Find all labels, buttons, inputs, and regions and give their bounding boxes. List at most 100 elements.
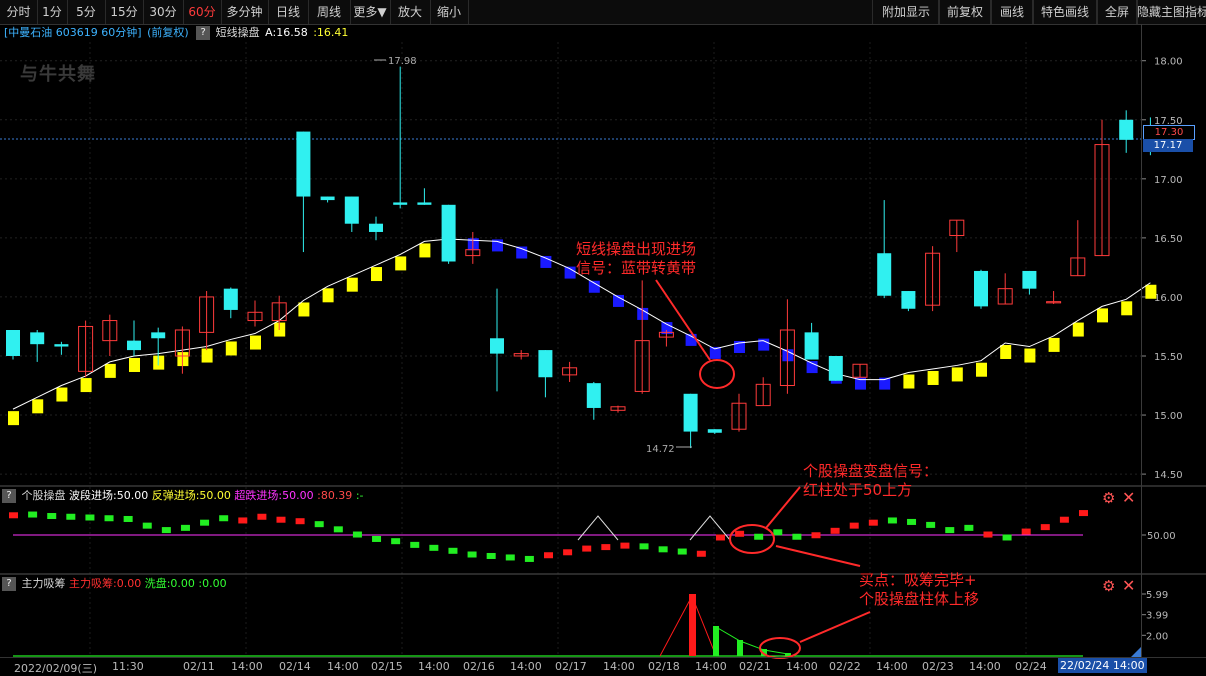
corner-marker: [1131, 647, 1141, 657]
band-block: [201, 348, 213, 363]
time-label: 02/15: [371, 660, 403, 673]
price-tag-upper: 17.30: [1143, 125, 1195, 140]
time-label: 14:00: [510, 660, 542, 673]
candle-body: [30, 332, 45, 345]
candle-body: [127, 340, 141, 351]
band-block: [298, 302, 310, 317]
osc-bar: [524, 555, 534, 562]
triangle-marker: [577, 515, 619, 541]
wash-bar: [737, 640, 743, 656]
osc-bar: [161, 527, 171, 534]
candle-body: [54, 344, 69, 347]
time-label: 02/16: [463, 660, 495, 673]
gear-icon[interactable]: ⚙: [1102, 577, 1115, 595]
time-label: 14:00: [327, 660, 359, 673]
legend-oversold-entry: 超跌进场:50.00: [234, 489, 314, 502]
osc-bar: [257, 513, 267, 520]
panel-absorb-title: ? 主力吸筹 主力吸筹:0.00 洗盘:0.00 :0.00: [0, 576, 227, 592]
close-icon[interactable]: ✕: [1122, 488, 1135, 507]
osc-bar: [830, 527, 840, 534]
osc-bar: [926, 521, 936, 528]
gear-icon[interactable]: ⚙: [1102, 489, 1115, 507]
time-label: 11:30: [112, 660, 144, 673]
time-label: 14:00: [603, 660, 635, 673]
band-block: [419, 243, 431, 258]
time-label: 02/18: [648, 660, 680, 673]
annotation-line: 个股操盘变盘信号：: [803, 462, 939, 480]
annotation-turn-signal: 个股操盘变盘信号： 红柱处于50上方: [803, 462, 938, 500]
osc-bar: [1040, 524, 1050, 531]
band-block: [225, 341, 237, 356]
osc-bar: [582, 545, 592, 552]
legend-absorb: 主力吸筹:0.00: [69, 577, 142, 590]
osc-bar: [333, 526, 343, 533]
time-label: 14:00: [418, 660, 450, 673]
osc-bar: [372, 535, 382, 542]
candle-body: [877, 253, 892, 296]
annotation-buy-point: 买点：吸筹完毕+ 个股操盘柱体上移: [859, 571, 979, 609]
candle-body: [320, 196, 335, 201]
osc-bar: [142, 522, 152, 529]
band-block: [927, 370, 939, 385]
osc-bar: [352, 531, 362, 538]
osc-bar: [314, 521, 324, 528]
osc-bar: [868, 519, 878, 526]
time-label: 14:00: [231, 660, 263, 673]
panel-name[interactable]: 主力吸筹: [22, 577, 66, 590]
osc-bar: [9, 512, 18, 519]
annotation-line-pointer: [655, 279, 711, 361]
osc-bar: [238, 517, 248, 524]
osc-bar: [773, 529, 783, 536]
absorb-trend: [659, 594, 717, 657]
annotation-line-pointer: [765, 486, 801, 529]
osc-bar: [715, 534, 725, 541]
osc-bar: [945, 527, 955, 534]
osc-bar: [47, 513, 57, 520]
candle-body: [974, 270, 988, 307]
price-tag-lower: 17.17: [1143, 139, 1193, 152]
kline-chart[interactable]: 18.0017.5017.0016.5016.0015.5015.0014.50…: [0, 0, 1206, 675]
osc-bar: [639, 543, 649, 550]
panel-name[interactable]: 个股操盘: [22, 489, 66, 502]
candle-body: [1119, 119, 1134, 140]
osc-bar: [104, 515, 114, 522]
osc-bar: [754, 533, 764, 540]
osc-bar: [658, 546, 668, 553]
band-block: [129, 357, 140, 372]
candle-body: [586, 383, 601, 408]
osc-bar: [219, 515, 229, 522]
osc-bar: [735, 530, 745, 537]
annotation-line-pointer: [799, 611, 871, 643]
annotation-ellipse: [759, 637, 801, 659]
help-icon[interactable]: ?: [2, 489, 16, 503]
band-block: [1121, 301, 1133, 316]
band-block: [322, 288, 334, 303]
close-icon[interactable]: ✕: [1122, 576, 1135, 595]
candle-body: [901, 291, 916, 309]
osc-bar: [486, 552, 496, 559]
osc-bar: [677, 548, 687, 555]
band-block: [250, 335, 261, 350]
help-icon[interactable]: ?: [2, 577, 16, 591]
band-block: [976, 362, 987, 377]
candle-body: [538, 350, 553, 378]
osc-bar: [85, 514, 95, 521]
legend-value: :80.39: [317, 489, 353, 502]
time-label: 14:00: [695, 660, 727, 673]
legend-wash: 洗盘:0.00: [144, 577, 195, 590]
panel-individual-title: ? 个股操盘 波段进场:50.00 反弹进场:50.00 超跌进场:50.00 …: [0, 488, 364, 504]
osc-bar: [792, 533, 802, 540]
annotation-line: 个股操盘柱体上移: [859, 590, 980, 608]
osc-bar: [505, 554, 515, 561]
osc-bar: [200, 519, 210, 526]
time-label: 14:00: [969, 660, 1001, 673]
legend-band-entry: 波段进场:50.00: [69, 489, 149, 502]
band-block: [346, 277, 358, 292]
band-block: [395, 256, 407, 271]
band-block: [1048, 337, 1060, 352]
band-block: [104, 363, 116, 378]
osc-bar: [907, 518, 917, 525]
candle-body: [490, 338, 504, 354]
band-block: [8, 411, 19, 426]
osc-bar: [887, 517, 897, 524]
